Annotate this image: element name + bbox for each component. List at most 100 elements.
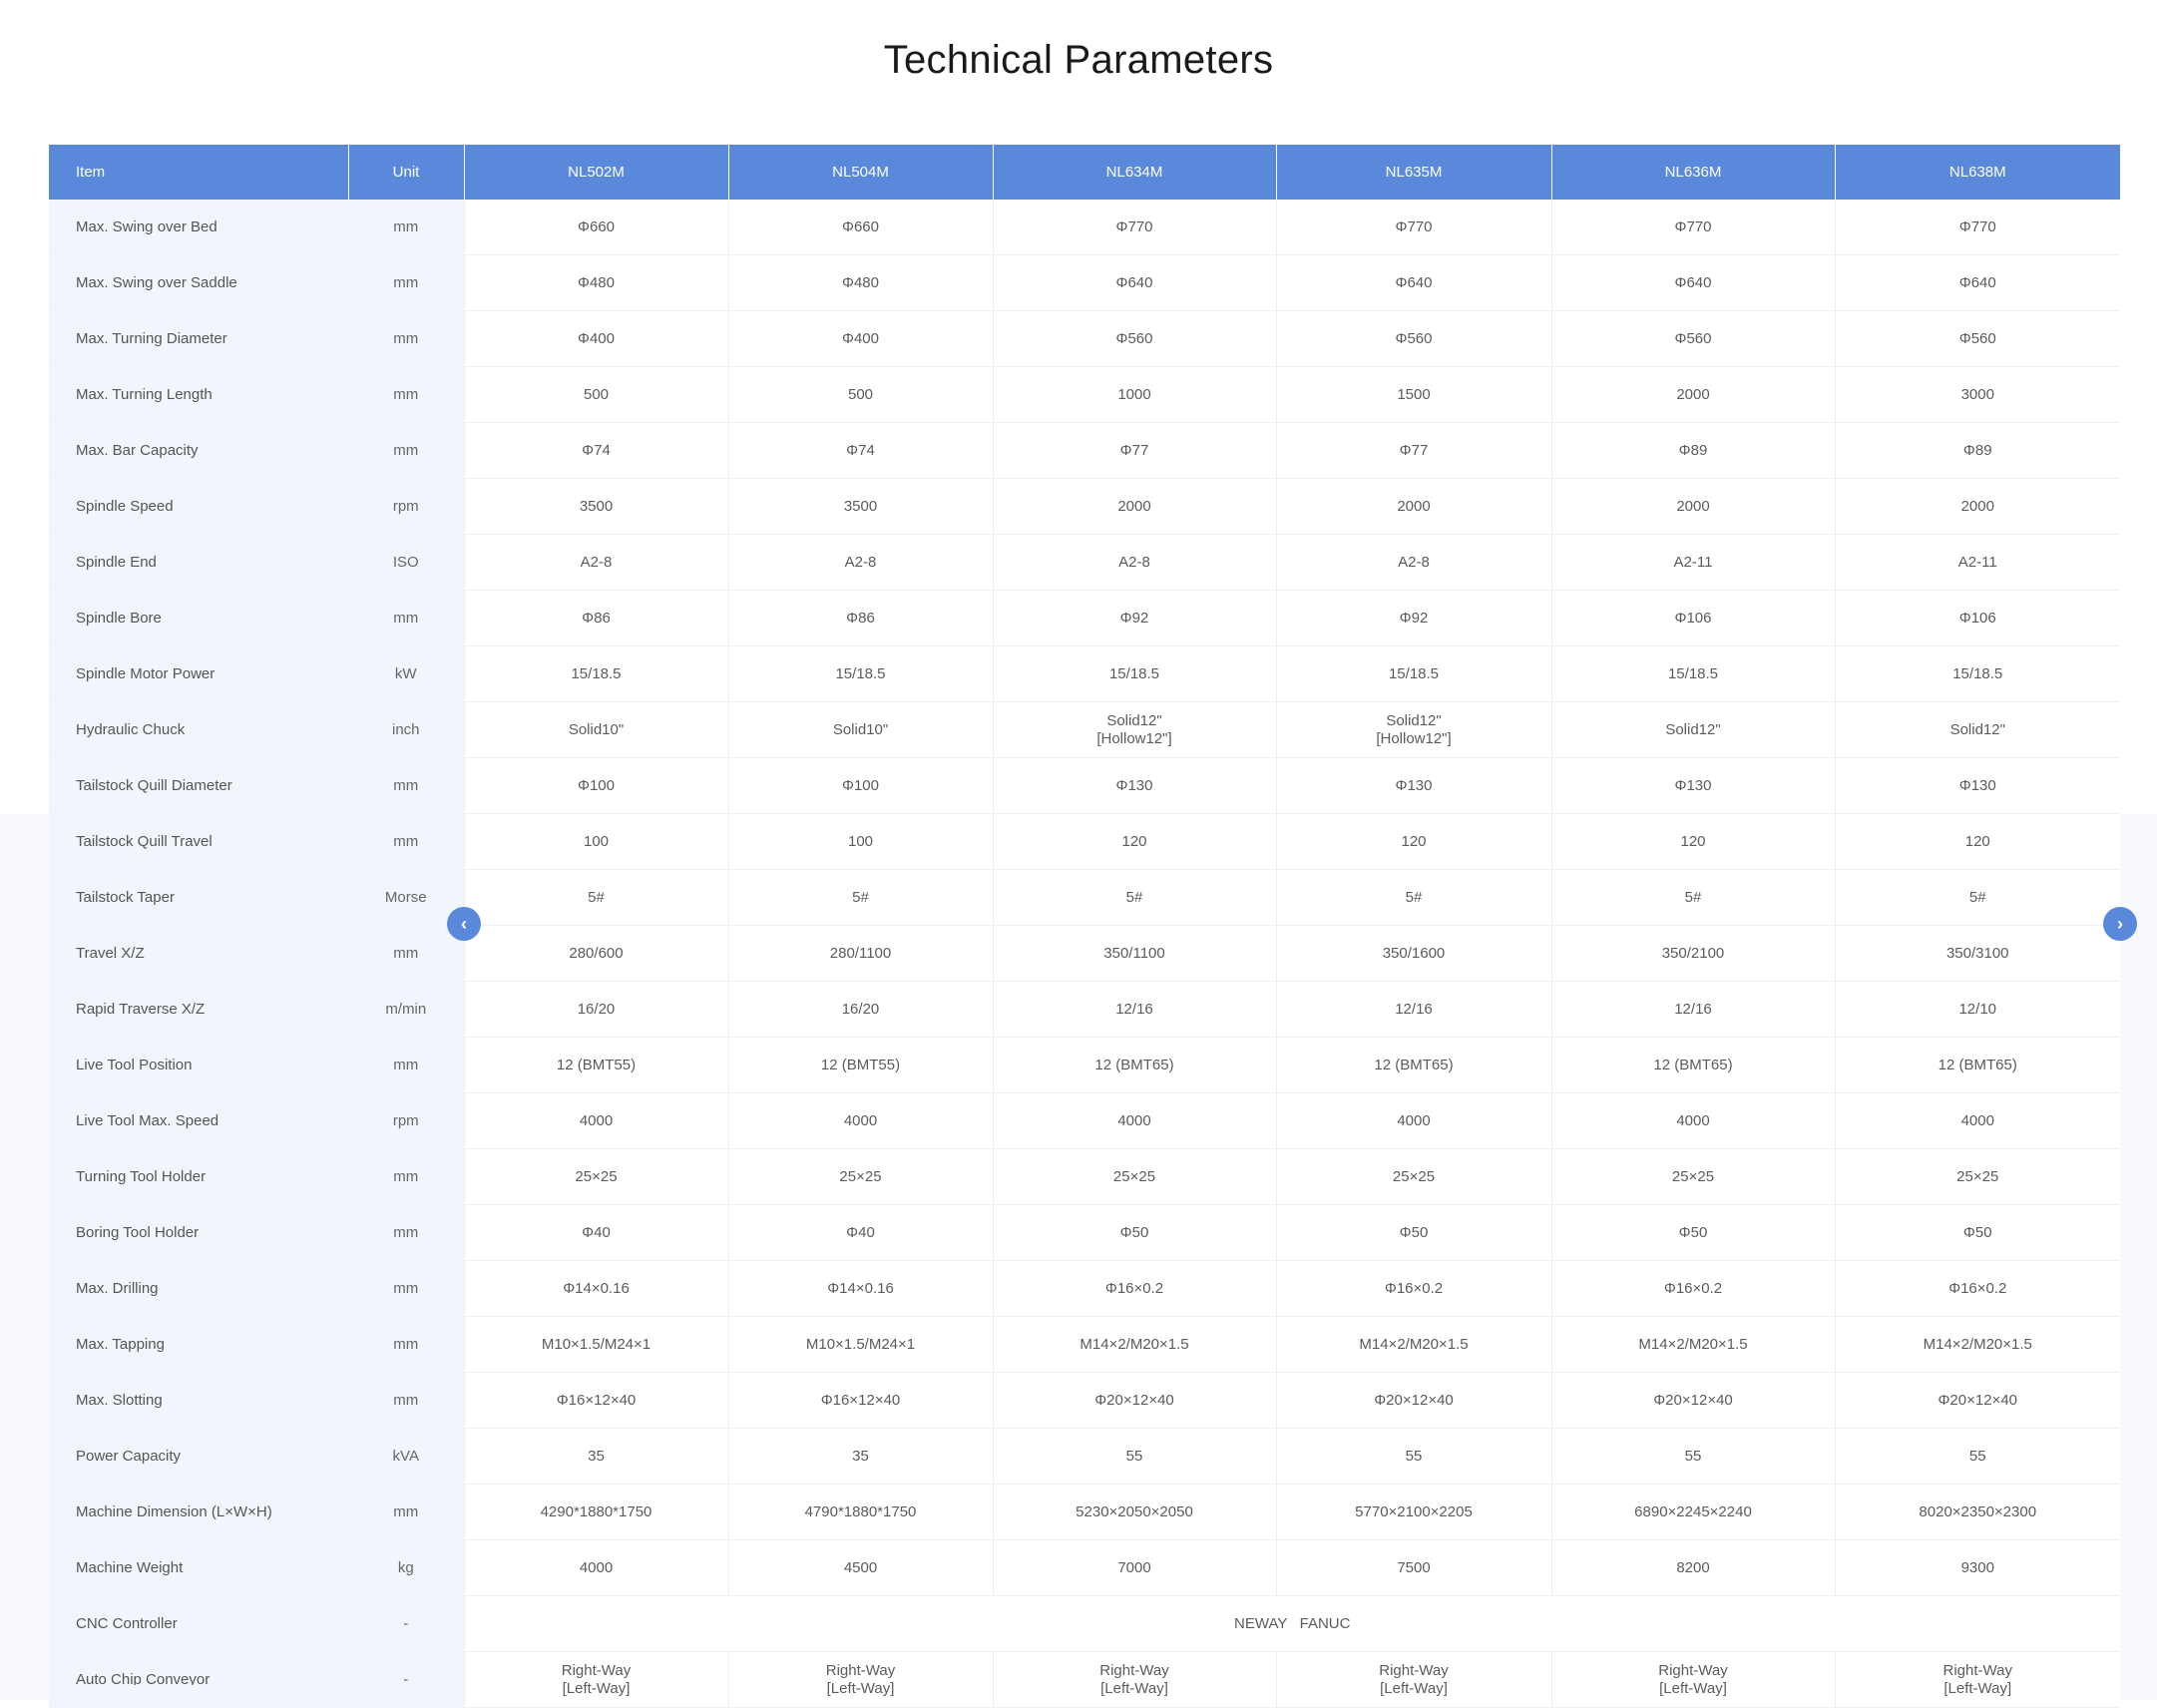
value-cell: Φ770 xyxy=(1551,200,1836,255)
row-unit: mm xyxy=(348,590,465,646)
value-cell: 15/18.5 xyxy=(1835,645,2120,702)
row-item-label: Machine Dimension (L×W×H) xyxy=(49,1484,348,1540)
value-cell: 6890×2245×2240 xyxy=(1551,1484,1836,1540)
row-item-label: Machine Weight xyxy=(49,1539,348,1596)
value-cell: Φ20×12×40 xyxy=(1835,1372,2120,1429)
value-cell: 4500 xyxy=(728,1539,994,1596)
header-unit: Unit xyxy=(348,145,465,200)
value-cell: Solid10" xyxy=(728,701,994,758)
header-model-6: NL638M xyxy=(1835,145,2120,200)
value-cell: Right-Way [Left-Way] xyxy=(464,1651,729,1708)
row-unit: ISO xyxy=(348,534,465,591)
value-cell: 7500 xyxy=(1276,1539,1552,1596)
value-cell: Φ16×0.2 xyxy=(1276,1260,1552,1317)
row-unit: mm xyxy=(348,1037,465,1093)
value-cell: 35 xyxy=(464,1428,729,1485)
value-cell: Φ640 xyxy=(1276,254,1552,311)
chevron-left-icon: ‹ xyxy=(461,914,467,934)
value-cell: 25×25 xyxy=(728,1148,994,1205)
value-cell: 280/1100 xyxy=(728,925,994,982)
value-cell: Solid10" xyxy=(464,701,729,758)
table-row: Spindle Motor Power kW 15/18.5 15/18.5 15/18… xyxy=(49,645,2120,702)
table-row: Max. Turning Diameter mm Φ400 Φ400 Φ560 Φ560 Φ… xyxy=(49,310,2120,367)
value-cell: Right-Way [Left-Way] xyxy=(728,1651,994,1708)
value-cell: 350/1600 xyxy=(1276,925,1552,982)
next-page-button[interactable]: › xyxy=(2103,907,2137,941)
value-cell: 8200 xyxy=(1551,1539,1836,1596)
value-cell: A2-8 xyxy=(993,534,1277,591)
table-row: Max. Bar Capacity mm Φ74 Φ74 Φ77 Φ77 Φ89 Φ89 xyxy=(49,422,2120,479)
header-model-1: NL502M xyxy=(464,145,729,200)
value-cell: 5# xyxy=(464,869,729,926)
value-cell: 5# xyxy=(1551,869,1836,926)
value-cell: 5230×2050×2050 xyxy=(993,1484,1277,1540)
value-cell: 16/20 xyxy=(464,981,729,1038)
header-row: Item Unit NL502M NL504M NL634M NL635M NL636M NL… xyxy=(49,145,2120,200)
value-cell: 3500 xyxy=(464,478,729,535)
header-item: Item xyxy=(49,145,349,200)
value-cell: Φ16×12×40 xyxy=(464,1372,729,1429)
table-row: Max. Drilling mm Φ14×0.16 Φ14×0.16 Φ16×0.2 Φ1… xyxy=(49,1260,2120,1317)
value-cell: 5# xyxy=(1276,869,1552,926)
value-cell: 12 (BMT65) xyxy=(1835,1037,2120,1093)
value-cell: 2000 xyxy=(1276,478,1552,535)
table-row: Spindle End ISO A2-8 A2-8 A2-8 A2-8 A2-11 A2-11 xyxy=(49,534,2120,591)
row-unit: rpm xyxy=(348,1092,465,1149)
row-item-label: Max. Swing over Saddle xyxy=(49,254,348,311)
value-cell: Φ480 xyxy=(728,254,994,311)
prev-page-button[interactable]: ‹ xyxy=(447,907,481,941)
value-cell: Φ640 xyxy=(1835,254,2120,311)
value-cell: Φ560 xyxy=(993,310,1277,367)
value-cell: Φ480 xyxy=(464,254,729,311)
table-bottom-edge xyxy=(49,1685,464,1700)
value-cell: Φ14×0.16 xyxy=(728,1260,994,1317)
value-cell: Φ74 xyxy=(464,422,729,479)
value-cell: 25×25 xyxy=(1835,1148,2120,1205)
value-cell: 120 xyxy=(1551,813,1836,870)
value-cell: 55 xyxy=(993,1428,1277,1485)
value-cell: 350/2100 xyxy=(1551,925,1836,982)
row-item-label: Spindle Speed xyxy=(49,478,348,535)
table-header: Item Unit NL502M NL504M NL634M NL635M NL636M NL… xyxy=(49,145,2120,200)
row-item-label: Rapid Traverse X/Z xyxy=(49,981,348,1038)
value-cell: 100 xyxy=(464,813,729,870)
value-cell: 55 xyxy=(1276,1428,1552,1485)
value-cell: Right-Way [Left-Way] xyxy=(1276,1651,1552,1708)
row-item-label: Turning Tool Holder xyxy=(49,1148,348,1205)
value-cell: Φ16×0.2 xyxy=(1551,1260,1836,1317)
value-cell: Φ560 xyxy=(1276,310,1552,367)
row-item-label: Live Tool Position xyxy=(49,1037,348,1093)
value-cell: Φ770 xyxy=(1835,200,2120,255)
table-row: Tailstock Quill Travel mm 100 100 120 120 120 1… xyxy=(49,813,2120,870)
row-unit: mm xyxy=(348,200,465,255)
row-unit: kW xyxy=(348,645,465,702)
header-model-2: NL504M xyxy=(728,145,994,200)
value-cell: 3500 xyxy=(728,478,994,535)
value-cell: Φ16×0.2 xyxy=(1835,1260,2120,1317)
value-cell: 2000 xyxy=(1551,478,1836,535)
value-cell: Φ14×0.16 xyxy=(464,1260,729,1317)
value-cell: Φ20×12×40 xyxy=(993,1372,1277,1429)
value-cell: 4000 xyxy=(1551,1092,1836,1149)
value-cell: Φ560 xyxy=(1835,310,2120,367)
value-cell: Φ400 xyxy=(464,310,729,367)
row-unit: kVA xyxy=(348,1428,465,1485)
value-cell: Φ92 xyxy=(993,590,1277,646)
value-cell: 120 xyxy=(1835,813,2120,870)
value-cell: 15/18.5 xyxy=(728,645,994,702)
row-item-label: Max. Swing over Bed xyxy=(49,200,348,255)
value-cell: 12 (BMT55) xyxy=(464,1037,729,1093)
value-cell: M14×2/M20×1.5 xyxy=(1276,1316,1552,1373)
merged-value-cell: NEWAY FANUC xyxy=(464,1595,2120,1652)
row-unit: mm xyxy=(348,757,465,814)
value-cell: 100 xyxy=(728,813,994,870)
value-cell: 5# xyxy=(728,869,994,926)
value-cell: Φ100 xyxy=(464,757,729,814)
value-cell: 4000 xyxy=(1276,1092,1552,1149)
value-cell: 2000 xyxy=(1835,478,2120,535)
row-unit: - xyxy=(348,1595,465,1652)
value-cell: Φ89 xyxy=(1551,422,1836,479)
table-row: Turning Tool Holder mm 25×25 25×25 25×25 25×2… xyxy=(49,1148,2120,1205)
value-cell: Φ74 xyxy=(728,422,994,479)
value-cell: Right-Way [Left-Way] xyxy=(1835,1651,2120,1708)
